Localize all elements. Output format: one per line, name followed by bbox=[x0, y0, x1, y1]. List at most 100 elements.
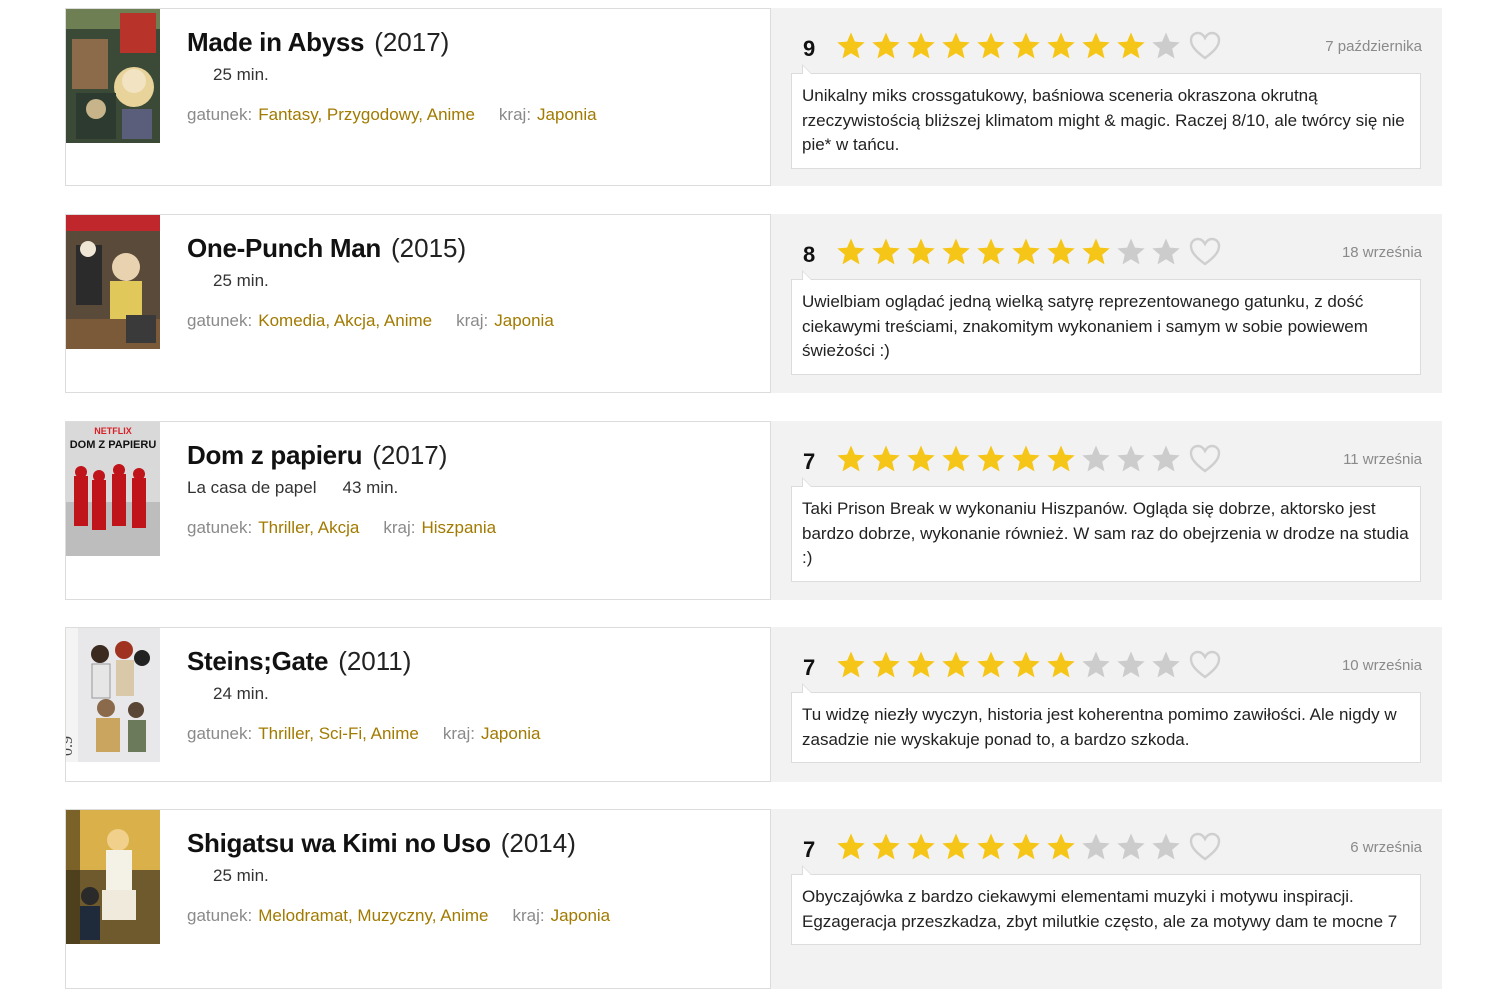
star-icon[interactable] bbox=[938, 650, 973, 680]
poster-image[interactable] bbox=[66, 215, 160, 349]
star-icon[interactable] bbox=[833, 650, 868, 680]
star-icon[interactable] bbox=[1008, 237, 1043, 267]
film-title[interactable]: Shigatsu wa Kimi no Uso bbox=[187, 828, 491, 858]
film-entry: NETFLIX DOM Z PAPIERU Dom z papieru (2017… bbox=[65, 421, 1442, 600]
star-icon[interactable] bbox=[1078, 31, 1113, 61]
star-icon[interactable] bbox=[973, 444, 1008, 474]
film-info-card: One-Punch Man (2015) 25 min. gatunek: Kome… bbox=[65, 214, 771, 393]
star-icon[interactable] bbox=[1043, 444, 1078, 474]
star-icon[interactable] bbox=[1078, 444, 1113, 474]
star-icon[interactable] bbox=[903, 832, 938, 862]
genre-label: gatunek: bbox=[187, 311, 253, 330]
film-title[interactable]: Made in Abyss bbox=[187, 27, 364, 57]
review-text: Obyczajówka z bardzo ciekawymi elementam… bbox=[791, 865, 1421, 945]
genre-links[interactable]: Thriller, Sci-Fi, Anime bbox=[258, 724, 419, 743]
star-icon[interactable] bbox=[903, 650, 938, 680]
star-icon[interactable] bbox=[868, 650, 903, 680]
poster-image[interactable]: NETFLIX DOM Z PAPIERU bbox=[66, 422, 160, 556]
star-icon[interactable] bbox=[1113, 832, 1148, 862]
star-icon[interactable] bbox=[973, 650, 1008, 680]
poster-image[interactable] bbox=[66, 9, 160, 143]
star-icon[interactable] bbox=[903, 444, 938, 474]
review-text: Taki Prison Break w wykonaniu Hiszpanów.… bbox=[791, 477, 1421, 582]
review-text: Uwielbiam oglądać jedną wielką satyrę re… bbox=[791, 270, 1421, 375]
star-icon[interactable] bbox=[1008, 650, 1043, 680]
film-entry: One-Punch Man (2015) 25 min. gatunek: Kome… bbox=[65, 214, 1442, 393]
rating-panel: 7 6 września Obyczajówka z bardzo ciekaw… bbox=[771, 809, 1442, 989]
star-icon[interactable] bbox=[938, 237, 973, 267]
star-icon[interactable] bbox=[903, 237, 938, 267]
star-icon[interactable] bbox=[1043, 31, 1078, 61]
country-link[interactable]: Japonia bbox=[494, 311, 554, 330]
genre-label: gatunek: bbox=[187, 518, 253, 537]
country-link[interactable]: Japonia bbox=[481, 724, 541, 743]
star-icon[interactable] bbox=[1148, 31, 1183, 61]
star-icon[interactable] bbox=[973, 237, 1008, 267]
film-year: (2011) bbox=[338, 646, 412, 676]
star-icon[interactable] bbox=[1113, 444, 1148, 474]
country-link[interactable]: Japonia bbox=[537, 105, 597, 124]
country-link[interactable]: Japonia bbox=[551, 906, 611, 925]
film-info-card: Made in Abyss (2017) 25 min. gatunek: Fant… bbox=[65, 8, 771, 186]
star-icon[interactable] bbox=[1008, 31, 1043, 61]
star-icon[interactable] bbox=[1008, 444, 1043, 474]
heart-icon[interactable] bbox=[1189, 650, 1221, 680]
heart-icon[interactable] bbox=[1189, 444, 1221, 474]
genre-links[interactable]: Melodramat, Muzyczny, Anime bbox=[258, 906, 488, 925]
rating-panel: 7 10 września Tu widzę niezły wyczyn, hi… bbox=[771, 627, 1442, 782]
star-rating[interactable] bbox=[833, 31, 1183, 61]
heart-icon[interactable] bbox=[1189, 237, 1221, 267]
star-icon[interactable] bbox=[833, 832, 868, 862]
rating-value: 7 bbox=[803, 837, 816, 862]
genre-links[interactable]: Thriller, Akcja bbox=[258, 518, 359, 537]
star-icon[interactable] bbox=[833, 444, 868, 474]
genre-links[interactable]: Komedia, Akcja, Anime bbox=[258, 311, 432, 330]
film-title[interactable]: Steins;Gate bbox=[187, 646, 328, 676]
heart-icon[interactable] bbox=[1189, 31, 1221, 61]
svg-text:0.9: 0.9 bbox=[66, 736, 76, 756]
star-icon[interactable] bbox=[1113, 650, 1148, 680]
film-year: (2017) bbox=[372, 440, 448, 470]
star-icon[interactable] bbox=[1008, 832, 1043, 862]
star-rating[interactable] bbox=[833, 650, 1183, 680]
star-icon[interactable] bbox=[938, 444, 973, 474]
star-icon[interactable] bbox=[868, 237, 903, 267]
star-icon[interactable] bbox=[1113, 237, 1148, 267]
star-icon[interactable] bbox=[903, 31, 938, 61]
review-content: Taki Prison Break w wykonaniu Hiszpanów.… bbox=[802, 499, 1409, 567]
film-title[interactable]: One-Punch Man bbox=[187, 233, 381, 263]
star-icon[interactable] bbox=[1148, 650, 1183, 680]
film-year: (2017) bbox=[374, 27, 450, 57]
poster-image[interactable]: 0.9 bbox=[66, 628, 160, 762]
heart-icon[interactable] bbox=[1189, 832, 1221, 862]
star-icon[interactable] bbox=[1078, 650, 1113, 680]
star-icon[interactable] bbox=[1148, 444, 1183, 474]
star-rating[interactable] bbox=[833, 832, 1183, 862]
star-icon[interactable] bbox=[833, 31, 868, 61]
genre-label: gatunek: bbox=[187, 105, 253, 124]
star-icon[interactable] bbox=[1148, 237, 1183, 267]
star-icon[interactable] bbox=[1043, 832, 1078, 862]
genre-links[interactable]: Fantasy, Przygodowy, Anime bbox=[258, 105, 475, 124]
star-icon[interactable] bbox=[868, 444, 903, 474]
star-icon[interactable] bbox=[868, 31, 903, 61]
star-icon[interactable] bbox=[973, 31, 1008, 61]
star-icon[interactable] bbox=[973, 832, 1008, 862]
star-icon[interactable] bbox=[868, 832, 903, 862]
review-content: Uwielbiam oglądać jedną wielką satyrę re… bbox=[802, 292, 1368, 360]
review-text: Tu widzę niezły wyczyn, historia jest ko… bbox=[791, 683, 1421, 763]
film-title[interactable]: Dom z papieru bbox=[187, 440, 363, 470]
star-icon[interactable] bbox=[1078, 237, 1113, 267]
star-icon[interactable] bbox=[1043, 650, 1078, 680]
country-link[interactable]: Hiszpania bbox=[421, 518, 496, 537]
star-icon[interactable] bbox=[833, 237, 868, 267]
star-icon[interactable] bbox=[1148, 832, 1183, 862]
star-icon[interactable] bbox=[1078, 832, 1113, 862]
star-icon[interactable] bbox=[1113, 31, 1148, 61]
star-rating[interactable] bbox=[833, 444, 1183, 474]
star-icon[interactable] bbox=[938, 832, 973, 862]
star-rating[interactable] bbox=[833, 237, 1183, 267]
star-icon[interactable] bbox=[938, 31, 973, 61]
poster-image[interactable] bbox=[66, 810, 160, 944]
star-icon[interactable] bbox=[1043, 237, 1078, 267]
